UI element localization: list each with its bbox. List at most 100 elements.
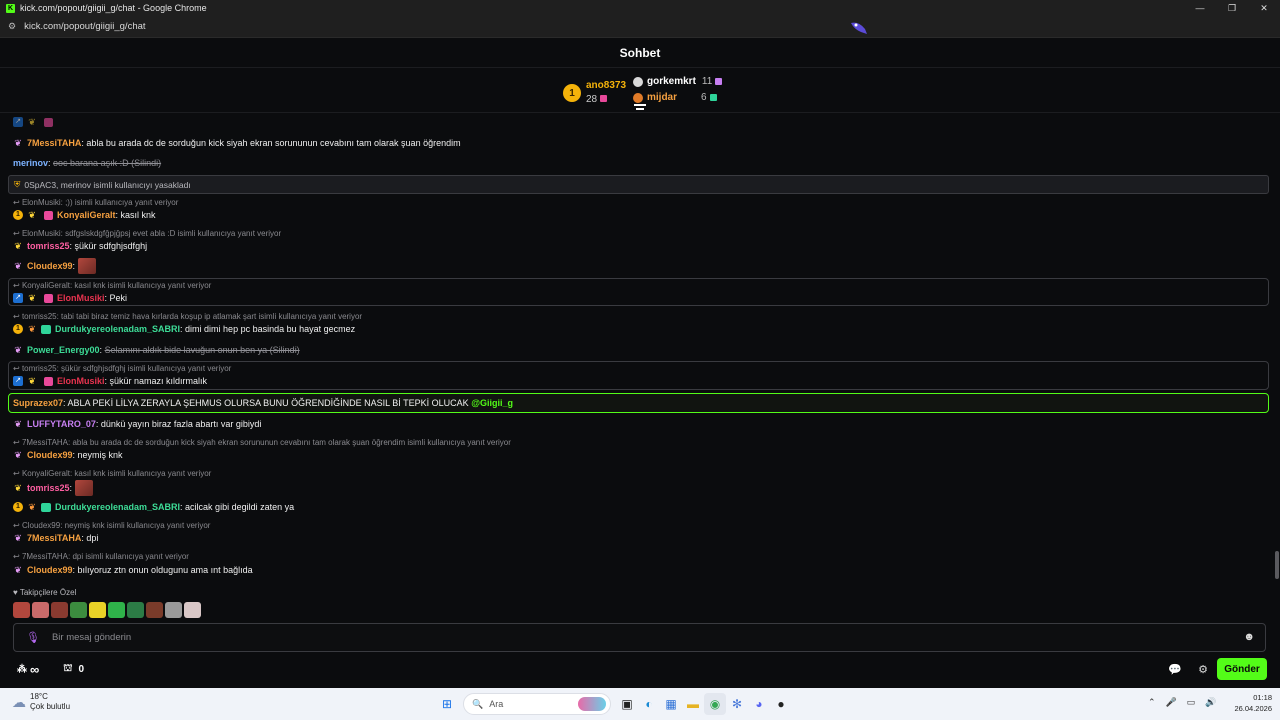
gift-shop-icon[interactable]: ⛫ bbox=[63, 663, 72, 676]
reply-context[interactable]: ↩ tomriss25: şükür sdfghjsdfghj isimli k… bbox=[13, 364, 231, 373]
emote-button[interactable] bbox=[127, 602, 144, 618]
windows-start-icon[interactable]: ⊞ bbox=[436, 693, 458, 715]
butterfly-badge-icon: ❦ bbox=[14, 138, 22, 148]
reply-context[interactable]: ↩ Cloudex99: neymiş knk isimli kullanıcı… bbox=[13, 521, 210, 530]
reply-context[interactable]: ↩ KonyaliGeralt: kasıl knk isimli kullan… bbox=[13, 469, 211, 478]
butterfly-badge-icon: ❦ bbox=[14, 483, 22, 493]
chat-input-placeholder: Bir mesaj gönderin bbox=[51, 632, 132, 643]
network-icon[interactable]: ▭ bbox=[1187, 697, 1196, 708]
send-button[interactable]: Gönder bbox=[1217, 658, 1267, 680]
username[interactable]: ElonMusiki bbox=[57, 293, 105, 303]
butterfly-badge-icon: ❦ bbox=[28, 502, 36, 512]
app-icon[interactable]: ● bbox=[770, 693, 792, 715]
window-title: kick.com/popout/giigii_g/chat - Google C… bbox=[20, 3, 207, 13]
edge-icon[interactable]: ◐ bbox=[638, 693, 660, 715]
username[interactable]: LUFFYTARO_07 bbox=[27, 419, 96, 429]
emote-button[interactable] bbox=[165, 602, 182, 618]
reply-context[interactable]: ↩ tomriss25: tabi tabi biraz temiz hava … bbox=[13, 312, 362, 321]
mic-tray-icon[interactable]: 🎤 bbox=[1166, 697, 1177, 708]
butterfly-badge-icon: ❦ bbox=[14, 419, 22, 429]
leader-first[interactable]: 1 ano8373 28 bbox=[563, 79, 626, 107]
chat-message: ❦ tomriss25 : bbox=[13, 480, 94, 496]
weather-widget[interactable]: ☁ 18°C Çok bulutlu bbox=[12, 692, 70, 712]
kick-logo-icon: K bbox=[6, 3, 15, 13]
task-view-icon[interactable]: ▣ bbox=[616, 693, 638, 715]
username[interactable]: Cloudex99 bbox=[27, 261, 73, 271]
gold-medal-icon: 1 bbox=[563, 84, 581, 102]
emote-button[interactable] bbox=[108, 602, 125, 618]
message-text: : ABLA PEKİ LİLYA ZERAYLA ŞEHMUS OLURSA … bbox=[63, 398, 469, 408]
windows-taskbar: ☁ 18°C Çok bulutlu ⊞ 🔍 Ara ▣ ◐ ▦ ▬ ◉ ✻ ◕… bbox=[0, 688, 1280, 720]
username[interactable]: ElonMusiki bbox=[57, 376, 105, 386]
emote-button[interactable] bbox=[32, 602, 49, 618]
clock[interactable]: 01:18 26.04.2026 bbox=[1234, 692, 1272, 714]
username[interactable]: Suprazex07 bbox=[13, 398, 63, 408]
username[interactable]: KonyaliGeralt bbox=[57, 210, 116, 220]
emote-button[interactable] bbox=[184, 602, 201, 618]
leader-third[interactable]: mijdar 6 bbox=[633, 92, 717, 103]
leader-count: 11 bbox=[701, 76, 713, 87]
site-settings-icon[interactable]: ⚙ bbox=[8, 21, 16, 32]
settings-app-icon[interactable]: ✻ bbox=[726, 693, 748, 715]
file-explorer-icon[interactable]: ▬ bbox=[682, 693, 704, 715]
emoji-picker-icon[interactable]: ☻ bbox=[1243, 631, 1255, 643]
username[interactable]: Durdukyereolenadam_SABRI bbox=[55, 502, 180, 512]
username[interactable]: Cloudex99 bbox=[27, 450, 73, 460]
chat-messages: ↗ ❦ ❦ 7MessiTAHA : abla bu arada dc de so… bbox=[0, 114, 1280, 584]
emote-button[interactable] bbox=[146, 602, 163, 618]
reply-text: tomriss25: şükür sdfghjsdfghj isimli kul… bbox=[21, 364, 232, 373]
temperature: 18°C bbox=[30, 692, 48, 701]
reply-context[interactable]: ↩ ElonMusiki: ;)) isimli kullanıcıya yan… bbox=[13, 198, 178, 207]
username[interactable]: merinov bbox=[13, 158, 48, 168]
chat-message-partial: ↗ ❦ bbox=[13, 117, 57, 127]
butterfly-badge-icon: ❦ bbox=[14, 241, 22, 251]
message-text: : bbox=[69, 483, 73, 493]
close-button[interactable]: ✕ bbox=[1248, 0, 1280, 16]
username[interactable]: 7MessiTAHA bbox=[27, 138, 81, 148]
subscriber-badge-icon: 1 bbox=[13, 502, 23, 512]
reply-context[interactable]: ↩ KonyaliGeralt: kasıl knk isimli kullan… bbox=[13, 281, 211, 290]
emote-button[interactable] bbox=[89, 602, 106, 618]
discord-icon[interactable]: ◕ bbox=[748, 693, 770, 715]
username[interactable]: Power_Energy00 bbox=[27, 345, 100, 355]
chat-bubble-icon[interactable]: 💬 bbox=[1168, 663, 1182, 676]
username[interactable]: 7MessiTAHA bbox=[27, 533, 81, 543]
username[interactable]: Durdukyereolenadam_SABRI bbox=[55, 324, 180, 334]
message-text: : bbox=[72, 261, 76, 271]
search-icon: 🔍 bbox=[472, 698, 484, 709]
system-tray: ⌃ 🎤 ▭ 🔊 bbox=[1148, 697, 1227, 708]
extension-icon[interactable] bbox=[848, 19, 870, 37]
url-text[interactable]: kick.com/popout/giigii_g/chat bbox=[24, 21, 145, 32]
chrome-icon[interactable]: ◉ bbox=[704, 693, 726, 715]
store-icon[interactable]: ▦ bbox=[660, 693, 682, 715]
reply-context[interactable]: ↩ 7MessiTAHA: abla bu arada dc de sorduğ… bbox=[13, 438, 511, 447]
message-text: : şükür sdfghjsdfghj bbox=[69, 241, 148, 251]
taskbar-search[interactable]: 🔍 Ara bbox=[463, 693, 611, 715]
reply-context[interactable]: ↩ 7MessiTAHA: dpi isimli kullanıcıya yan… bbox=[13, 552, 189, 561]
chat-message: merinov: ooc barana aşık :D (Silindi) bbox=[13, 158, 162, 168]
emote-button[interactable] bbox=[13, 602, 30, 618]
username[interactable]: Cloudex99 bbox=[27, 565, 73, 575]
chat-input[interactable]: 🎙 Bir mesaj gönderin ☻ bbox=[13, 623, 1266, 652]
reply-context[interactable]: ↩ ElonMusiki: sdfgslskdgfğpjğpsj evet ab… bbox=[13, 229, 281, 238]
message-text: : abla bu arada dc de sorduğun kick siya… bbox=[81, 138, 461, 148]
username[interactable]: tomriss25 bbox=[27, 483, 70, 493]
chat-message: ❦ 7MessiTAHA : abla bu arada dc de sordu… bbox=[13, 138, 461, 148]
mention[interactable]: @Giigii_g bbox=[471, 398, 513, 408]
emote-button[interactable] bbox=[51, 602, 68, 618]
kick-points-icon[interactable]: ⁂ bbox=[17, 664, 27, 675]
minimize-button[interactable]: — bbox=[1184, 0, 1216, 16]
username[interactable]: tomriss25 bbox=[27, 241, 70, 251]
settings-gear-icon[interactable]: ⚙ bbox=[1198, 663, 1208, 676]
expand-leaderboard-icon[interactable] bbox=[634, 104, 646, 112]
volume-icon[interactable]: 🔊 bbox=[1205, 697, 1216, 708]
chevron-up-icon[interactable]: ⌃ bbox=[1148, 697, 1156, 708]
maximize-button[interactable]: ❐ bbox=[1216, 0, 1248, 16]
chat-message: ❦ Cloudex99 : neymiş knk bbox=[13, 450, 122, 460]
microphone-icon[interactable]: 🎙 bbox=[26, 631, 40, 644]
reply-text: ElonMusiki: ;)) isimli kullanıcıya yanıt… bbox=[21, 198, 179, 207]
emote-button[interactable] bbox=[70, 602, 87, 618]
chat-scrollbar[interactable] bbox=[1275, 551, 1279, 579]
leader-second[interactable]: gorkemkrt 11 bbox=[633, 76, 723, 87]
system-message: ⛨ 0SpAC3, merinov isimli kullanıcıyı yas… bbox=[8, 175, 1269, 194]
